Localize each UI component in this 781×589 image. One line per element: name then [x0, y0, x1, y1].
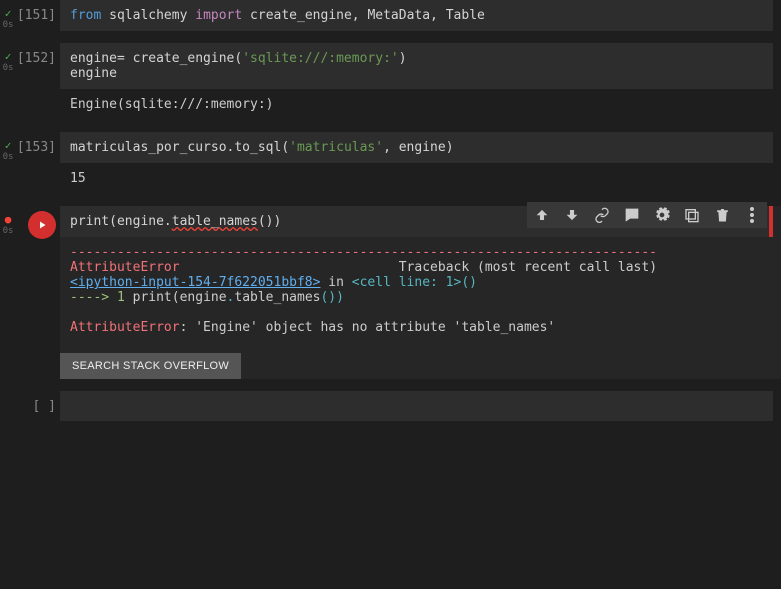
traceback-link[interactable]: <ipython-input-154-7f622051bbf8> [70, 275, 320, 290]
error-name: AttributeError [70, 260, 180, 275]
cell-gutter: ● 0s [0, 206, 16, 379]
run-button-wrap [16, 206, 60, 379]
comment-icon[interactable] [623, 206, 641, 224]
check-icon: ✓ [5, 140, 12, 151]
cell-gutter: ✓ 0s [0, 0, 16, 31]
exec-time: 0s [3, 152, 14, 162]
cell-gutter: ✓ 0s [0, 132, 16, 194]
active-indicator [769, 206, 773, 237]
cell-output: 15 [60, 163, 773, 194]
traceback-label [180, 260, 399, 275]
cell-gutter [0, 391, 16, 421]
cell-content: print(engine.table_names()) ------------… [60, 206, 781, 379]
code-editor[interactable]: engine= create_engine('sqlite:///:memory… [60, 43, 773, 89]
error-separator: ----------------------------------------… [70, 245, 657, 260]
arrow-down-icon[interactable] [563, 206, 581, 224]
code-editor[interactable]: from sqlalchemy import create_engine, Me… [60, 0, 773, 31]
code-cell: ✓ 0s [152] engine= create_engine('sqlite… [0, 43, 781, 120]
error-final-name: AttributeError [70, 320, 180, 335]
exec-time: 0s [3, 20, 14, 30]
cell-toolbar [527, 202, 767, 228]
error-output: ----------------------------------------… [60, 237, 773, 343]
link-icon[interactable] [593, 206, 611, 224]
exec-count[interactable]: [151] [16, 0, 60, 31]
cell-output: Engine(sqlite:///:memory:) [60, 89, 773, 120]
code-cell-empty: [ ] [0, 391, 781, 421]
mirror-icon[interactable] [683, 206, 701, 224]
cell-content: from sqlalchemy import create_engine, Me… [60, 0, 781, 31]
exec-count[interactable]: [153] [16, 132, 60, 194]
exec-time: 0s [3, 226, 14, 236]
exec-count[interactable]: [ ] [16, 391, 60, 421]
error-message: : 'Engine' object has no attribute 'tabl… [180, 320, 556, 335]
check-icon: ✓ [5, 8, 12, 19]
code-editor[interactable]: matriculas_por_curso.to_sql('matriculas'… [60, 132, 773, 163]
search-stackoverflow-button[interactable]: SEARCH STACK OVERFLOW [60, 353, 241, 379]
arrow-indicator: ----> [70, 290, 117, 305]
arrow-up-icon[interactable] [533, 206, 551, 224]
cell-content: engine= create_engine('sqlite:///:memory… [60, 43, 781, 120]
cell-content [60, 391, 781, 421]
cell-gutter: ✓ 0s [0, 43, 16, 120]
exec-count[interactable]: [152] [16, 43, 60, 120]
more-icon[interactable] [743, 206, 761, 224]
trash-icon[interactable] [713, 206, 731, 224]
code-cell: ✓ 0s [153] matriculas_por_curso.to_sql('… [0, 132, 781, 194]
code-editor[interactable] [60, 391, 773, 421]
cell-content: matriculas_por_curso.to_sql('matriculas'… [60, 132, 781, 194]
gear-icon[interactable] [653, 206, 671, 224]
check-icon: ✓ [5, 51, 12, 62]
code-cell-active: ● 0s print(engine.table_names()) -------… [0, 206, 781, 379]
code-cell: ✓ 0s [151] from sqlalchemy import create… [0, 0, 781, 31]
exec-time: 0s [3, 63, 14, 73]
run-button[interactable] [28, 211, 56, 239]
error-icon: ● [5, 214, 12, 225]
